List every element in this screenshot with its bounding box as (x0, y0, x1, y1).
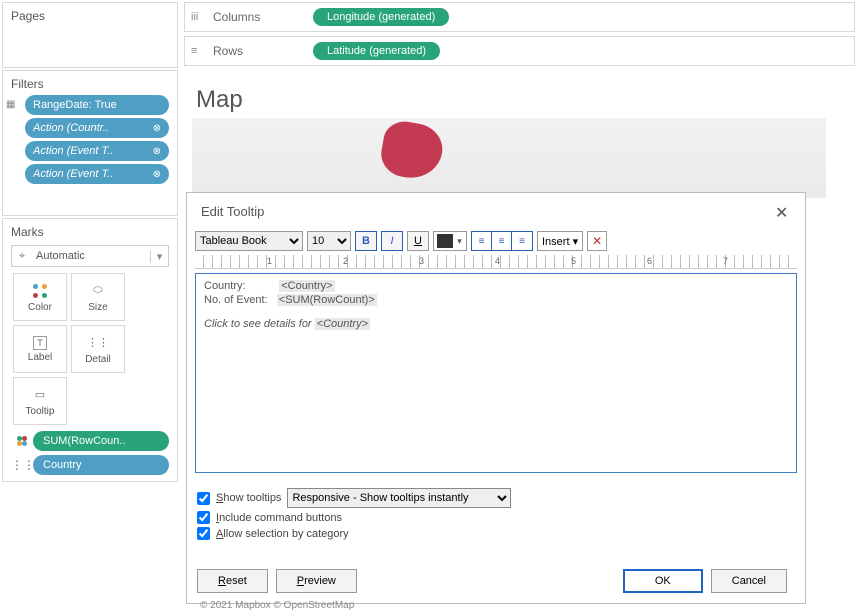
tooltip-mode-select[interactable]: Responsive - Show tooltips instantly (287, 488, 511, 508)
ruler: 1 2 3 4 5 6 7 (195, 255, 797, 269)
ok-button[interactable]: OK (623, 569, 703, 593)
automatic-icon: ⌖ (12, 250, 32, 263)
cancel-button[interactable]: Cancel (711, 569, 787, 593)
show-tooltips-checkbox[interactable] (197, 492, 210, 505)
columns-shelf[interactable]: iii Columns Longitude (generated) (184, 2, 855, 32)
marks-panel: Marks ⌖ Automatic ▾ Color ⬭ Size T Label… (2, 218, 178, 482)
marks-title: Marks (11, 225, 169, 239)
align-group: ≡ ≡ ≡ (471, 231, 533, 251)
marks-card-color[interactable]: Color (13, 273, 67, 321)
rows-icon: ≡ (191, 45, 207, 57)
detail-icon: ⋮⋮ (87, 334, 109, 352)
filter-pill-action-country[interactable]: Action (Countr.. ⊗ (25, 118, 169, 138)
allow-selection-label: Allow selection by category (216, 528, 349, 540)
detail-icon: ⋮⋮ (11, 458, 33, 472)
filter-pill-rangedate[interactable]: RangeDate: True (25, 95, 169, 115)
font-name-select[interactable]: Tableau Book (195, 231, 303, 251)
italic-button[interactable]: I (381, 231, 403, 251)
map-attribution: © 2021 Mapbox © OpenStreetMap (200, 600, 354, 611)
align-left-button[interactable]: ≡ (472, 232, 492, 250)
underline-button[interactable]: U (407, 231, 429, 251)
tooltip-editor[interactable]: Country: <Country> No. of Event: <SUM(Ro… (195, 273, 797, 473)
bold-button[interactable]: B (355, 231, 377, 251)
pages-panel: Pages (2, 2, 178, 68)
close-icon[interactable]: ✕ (775, 203, 791, 219)
link-icon: ⊗ (153, 169, 161, 180)
color-icon (33, 282, 47, 300)
marks-card-size[interactable]: ⬭ Size (71, 273, 125, 321)
allow-selection-checkbox[interactable] (197, 527, 210, 540)
filter-pill-action-event-1[interactable]: Action (Event T.. ⊗ (25, 141, 169, 161)
dialog-title: Edit Tooltip (201, 204, 775, 219)
tooltip-icon: ▭ (35, 386, 45, 404)
align-right-button[interactable]: ≡ (512, 232, 532, 250)
size-icon: ⬭ (93, 282, 102, 300)
marks-card-detail[interactable]: ⋮⋮ Detail (71, 325, 125, 373)
align-center-button[interactable]: ≡ (492, 232, 512, 250)
filters-title: Filters (11, 77, 169, 91)
show-tooltips-label: Show tooltips (216, 492, 281, 504)
include-command-label: Include command buttons (216, 512, 342, 524)
chevron-down-icon: ▾ (150, 250, 168, 263)
marks-row-country[interactable]: ⋮⋮ Country (11, 455, 169, 475)
preview-button[interactable]: Preview (276, 569, 357, 593)
map-region[interactable] (378, 118, 447, 183)
rows-shelf[interactable]: ≡ Rows Latitude (generated) (184, 36, 855, 66)
view-title: Map (196, 86, 243, 114)
marks-row-sum-rowcount[interactable]: SUM(RowCoun.. (11, 431, 169, 451)
include-command-checkbox[interactable] (197, 511, 210, 524)
rows-pill[interactable]: Latitude (generated) (313, 42, 440, 60)
reset-button[interactable]: Reset (197, 569, 268, 593)
toolbar: Tableau Book 10 B I U ▾ ≡ ≡ ≡ Insert ▾ ✕ (187, 227, 805, 255)
link-icon: ⊗ (153, 146, 161, 157)
font-size-select[interactable]: 10 (307, 231, 351, 251)
edit-tooltip-dialog: Edit Tooltip ✕ Tableau Book 10 B I U ▾ ≡… (186, 192, 806, 604)
marks-card-tooltip[interactable]: ▭ Tooltip (13, 377, 67, 425)
pages-title: Pages (11, 9, 169, 23)
marks-card-label[interactable]: T Label (13, 325, 67, 373)
columns-icon: iii (191, 11, 207, 23)
label-icon: T (33, 336, 47, 350)
font-color-picker[interactable]: ▾ (433, 231, 467, 251)
columns-pill[interactable]: Longitude (generated) (313, 8, 449, 26)
clear-button[interactable]: ✕ (587, 231, 607, 251)
insert-dropdown[interactable]: Insert ▾ (537, 231, 583, 251)
map-canvas[interactable] (192, 118, 826, 198)
marks-type-dropdown[interactable]: ⌖ Automatic ▾ (11, 245, 169, 267)
link-icon: ⊗ (153, 123, 161, 134)
filters-panel: Filters ▦ RangeDate: True Action (Countr… (2, 70, 178, 216)
context-icon: ▦ (6, 99, 15, 110)
filter-pill-action-event-2[interactable]: Action (Event T.. ⊗ (25, 164, 169, 184)
